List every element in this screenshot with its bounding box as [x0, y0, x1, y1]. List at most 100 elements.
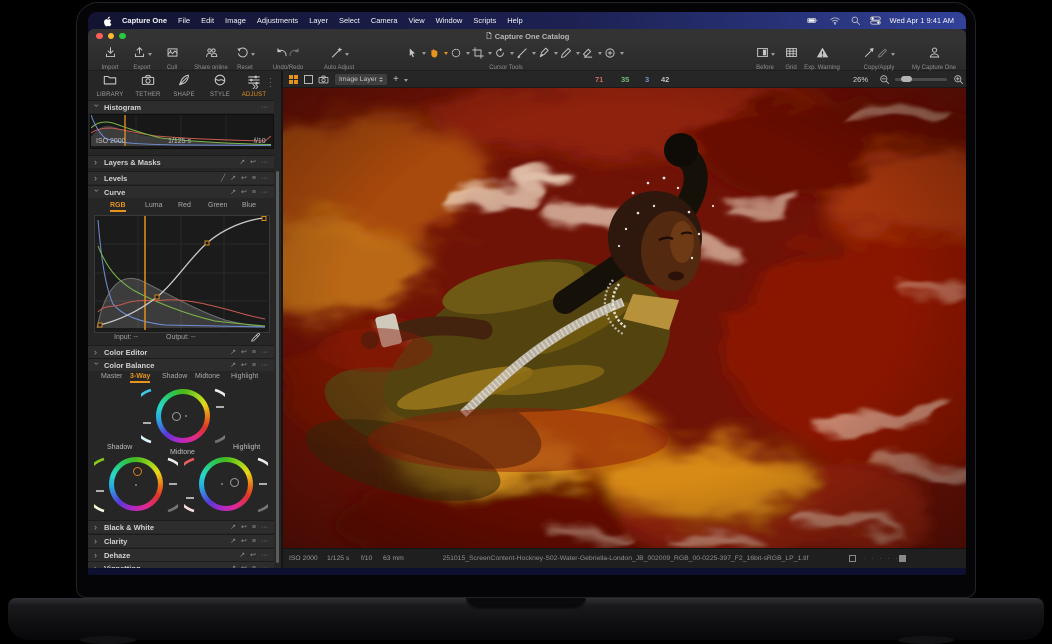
- cb-tab-master[interactable]: Master: [101, 373, 122, 380]
- reset-adjustments-icon[interactable]: ↩: [241, 565, 247, 569]
- menu-view[interactable]: View: [409, 16, 425, 25]
- highlight-wheel-marker[interactable]: [230, 478, 239, 487]
- highlight-color-wheel[interactable]: [199, 457, 253, 511]
- menu-layer[interactable]: Layer: [309, 16, 328, 25]
- panel-color-balance-header[interactable]: › Color Balance ↗↩≡···: [88, 358, 274, 371]
- reset-adjustments-icon[interactable]: ↩: [250, 159, 256, 166]
- chevron-icon[interactable]: ›: [94, 159, 100, 165]
- photo-canvas[interactable]: [283, 88, 966, 548]
- wifi-icon[interactable]: [829, 15, 841, 26]
- panel-dehaze-header[interactable]: › Dehaze ↗↩···: [88, 548, 274, 561]
- presets-icon[interactable]: ≡: [252, 189, 256, 196]
- midtone-wheel-marker[interactable]: [172, 412, 181, 421]
- chevron-icon[interactable]: ›: [94, 349, 100, 355]
- select-cursor-tool[interactable]: [406, 47, 418, 59]
- panel-black-white-header[interactable]: › Black & White ↗↩≡···: [88, 520, 274, 533]
- chevron-icon[interactable]: ›: [94, 175, 100, 181]
- reset-adjustments-icon[interactable]: ↩: [241, 349, 247, 356]
- presets-icon[interactable]: ≡: [252, 538, 256, 545]
- sidebar-scrollbar[interactable]: [276, 171, 279, 563]
- menu-clock[interactable]: Wed Apr 1 9:41 AM: [890, 16, 954, 25]
- pick-levels-icon[interactable]: ╱: [221, 175, 225, 182]
- reset-adjustments-icon[interactable]: ↩: [241, 189, 247, 196]
- reset-button[interactable]: Reset: [228, 46, 262, 71]
- copy-adjustments-icon[interactable]: ↗: [230, 524, 236, 531]
- chevron-icon[interactable]: ›: [94, 565, 100, 568]
- chevron-icon[interactable]: ›: [94, 538, 100, 544]
- draw-mask-tool[interactable]: [560, 47, 572, 59]
- zoom-slider-thumb[interactable]: [901, 76, 912, 82]
- panel-layers-masks-header[interactable]: › Layers & Masks ↗↩···: [88, 155, 274, 168]
- pen-tool[interactable]: [538, 47, 550, 59]
- tab-tether[interactable]: TETHER: [130, 73, 166, 99]
- presets-icon[interactable]: ≡: [252, 565, 256, 569]
- menu-help[interactable]: Help: [507, 16, 522, 25]
- more-options-icon[interactable]: ···: [261, 552, 268, 559]
- more-options-icon[interactable]: ···: [261, 538, 268, 545]
- presets-icon[interactable]: ≡: [252, 524, 256, 531]
- straighten-tool[interactable]: [516, 47, 528, 59]
- copy-adjustments-icon[interactable]: ↗: [230, 175, 236, 182]
- shadow-lightness-slider[interactable]: [166, 456, 178, 514]
- chevron-icon[interactable]: ›: [94, 362, 100, 368]
- copy-adjustments-icon[interactable]: ↗: [230, 538, 236, 545]
- curve-tab-rgb[interactable]: RGB: [110, 202, 126, 212]
- shadow-wheel-marker[interactable]: [133, 467, 142, 476]
- tab-library[interactable]: LIBRARY: [92, 73, 128, 99]
- chevron-icon[interactable]: ›: [94, 524, 100, 530]
- menu-select[interactable]: Select: [339, 16, 360, 25]
- copy-adjustments-icon[interactable]: ↗: [230, 189, 236, 196]
- presets-icon[interactable]: ≡: [252, 175, 256, 182]
- add-layer-button[interactable]: +: [393, 74, 399, 85]
- panel-color-editor-header[interactable]: › Color Editor ↗↩≡···: [88, 345, 274, 358]
- before-toggle[interactable]: Before: [747, 46, 783, 71]
- panel-curve-header[interactable]: › Curve ↗↩≡···: [88, 185, 274, 198]
- control-center-icon[interactable]: [870, 15, 881, 26]
- reset-adjustments-icon[interactable]: ↩: [241, 538, 247, 545]
- more-options-icon[interactable]: ···: [261, 189, 268, 196]
- exposure-warning-toggle[interactable]: Exp. Warning: [797, 46, 847, 71]
- tab-style[interactable]: STYLE: [202, 73, 238, 99]
- cb-tab-shadow[interactable]: Shadow: [162, 373, 187, 380]
- curve-graph[interactable]: [94, 215, 270, 333]
- panel-vignetting-header[interactable]: › Vignetting ↗↩≡···: [88, 561, 274, 568]
- chevron-icon[interactable]: ›: [94, 104, 100, 110]
- curve-tab-red[interactable]: Red: [178, 202, 191, 209]
- copy-adjustments-icon[interactable]: ↗: [230, 362, 236, 369]
- pan-hand-tool[interactable]: [428, 47, 440, 59]
- more-options-icon[interactable]: ···: [261, 159, 268, 166]
- midtone-saturation-slider[interactable]: [141, 387, 153, 445]
- battery-icon[interactable]: [805, 15, 820, 26]
- color-tag-icon[interactable]: [899, 555, 906, 562]
- curve-picker-eyedropper-icon[interactable]: [250, 332, 261, 343]
- import-button[interactable]: Import: [96, 46, 124, 71]
- cull-button[interactable]: Cull: [160, 46, 184, 71]
- rating-checkbox-icon[interactable]: [849, 555, 856, 562]
- copy-adjustments-icon[interactable]: ↗: [239, 552, 245, 559]
- crop-tool[interactable]: [472, 47, 484, 59]
- highlight-saturation-slider[interactable]: [184, 456, 196, 514]
- heal-tool[interactable]: [604, 47, 616, 59]
- menu-camera[interactable]: Camera: [371, 16, 398, 25]
- multi-view-icon[interactable]: [289, 75, 298, 84]
- curve-tab-luma[interactable]: Luma: [145, 202, 163, 209]
- more-options-icon[interactable]: ···: [261, 362, 268, 369]
- copy-adjustments-icon[interactable]: ↗: [239, 159, 245, 166]
- chevron-icon[interactable]: ›: [94, 189, 100, 195]
- search-icon[interactable]: [850, 15, 861, 26]
- curve-tab-green[interactable]: Green: [208, 202, 227, 209]
- menu-scripts[interactable]: Scripts: [473, 16, 496, 25]
- more-options-icon[interactable]: ···: [261, 104, 268, 111]
- copy-adjustments-icon[interactable]: ↗: [230, 349, 236, 356]
- copy-adjustments-icon[interactable]: ↗: [230, 565, 236, 569]
- chevron-icon[interactable]: ›: [94, 552, 100, 558]
- menu-window[interactable]: Window: [436, 16, 463, 25]
- reset-adjustments-icon[interactable]: ↩: [241, 524, 247, 531]
- menu-edit[interactable]: Edit: [201, 16, 214, 25]
- cb-tab-midtone[interactable]: Midtone: [195, 373, 220, 380]
- apple-menu-icon[interactable]: [102, 15, 113, 27]
- erase-mask-tool[interactable]: [582, 47, 594, 59]
- presets-icon[interactable]: ≡: [252, 349, 256, 356]
- more-options-icon[interactable]: ···: [261, 524, 268, 531]
- reset-adjustments-icon[interactable]: ↩: [250, 552, 256, 559]
